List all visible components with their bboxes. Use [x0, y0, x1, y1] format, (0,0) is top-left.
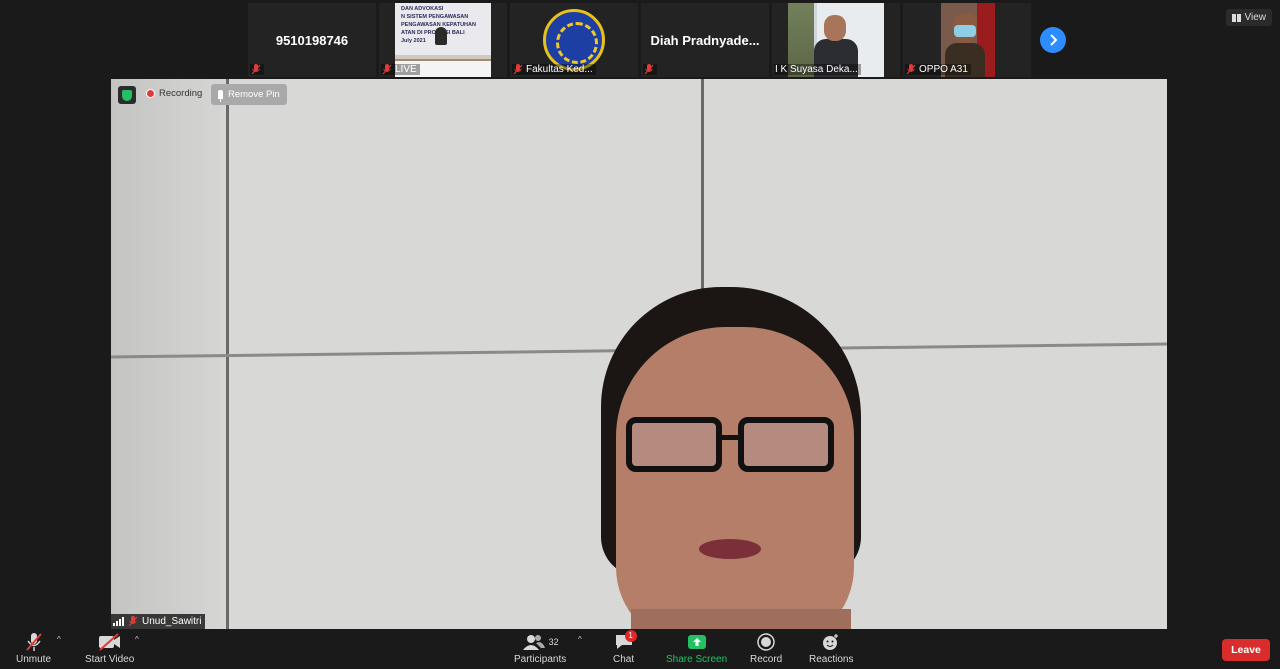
- participant-tile[interactable]: 9510198746: [248, 3, 376, 77]
- mic-muted-icon: [382, 64, 392, 75]
- participant-tile[interactable]: Fakultas Ked...: [510, 3, 638, 77]
- participants-count: 32: [548, 637, 559, 647]
- active-speaker-video: [111, 79, 1167, 629]
- view-label: View: [1244, 12, 1267, 23]
- recording-label: Recording: [159, 88, 203, 99]
- signal-bars-icon: [113, 617, 124, 626]
- participant-label: [643, 64, 657, 75]
- start-video-button[interactable]: Start Video: [85, 632, 134, 665]
- unmute-button[interactable]: Unmute: [16, 632, 51, 665]
- remove-pin-label: Remove Pin: [228, 89, 280, 100]
- audio-options-caret[interactable]: ^: [57, 635, 61, 644]
- chevron-right-icon: [1050, 34, 1058, 46]
- view-button[interactable]: View: [1225, 9, 1272, 26]
- video-off-icon: [98, 633, 120, 651]
- chat-unread-badge: 1: [624, 630, 637, 642]
- speaker-name: Unud_Sawitri: [142, 616, 202, 627]
- record-icon: [757, 633, 775, 651]
- participant-label: Fakultas Ked...: [512, 64, 596, 75]
- start-video-label: Start Video: [85, 654, 135, 665]
- smiley-icon: [823, 634, 839, 650]
- participants-options-caret[interactable]: ^: [578, 635, 582, 644]
- record-button[interactable]: Record: [750, 632, 782, 665]
- recording-indicator: Recording: [146, 88, 202, 99]
- participant-tile[interactable]: DAN ADVOKASI N SISTEM PENGAWASAN PENGAWA…: [379, 3, 507, 77]
- remove-pin-button[interactable]: Remove Pin: [211, 84, 287, 105]
- reactions-label: Reactions: [809, 654, 854, 665]
- participants-icon: [522, 635, 545, 650]
- share-screen-icon: [687, 635, 706, 649]
- leave-button[interactable]: Leave: [1222, 639, 1270, 661]
- participant-tile[interactable]: Diah Pradnyade...: [641, 3, 769, 77]
- mic-muted-icon: [906, 64, 916, 75]
- mic-muted-icon: [513, 64, 523, 75]
- chat-button[interactable]: 1 Chat: [613, 630, 637, 665]
- pin-icon: [218, 90, 223, 102]
- participant-name: LIVE: [395, 64, 417, 75]
- share-screen-button[interactable]: Share Screen: [666, 632, 727, 665]
- mic-muted-icon: [128, 616, 138, 627]
- record-label: Record: [750, 654, 783, 665]
- participant-name: Diah Pradnyade...: [650, 32, 760, 48]
- participant-label: [250, 64, 264, 75]
- unmute-label: Unmute: [16, 654, 52, 665]
- participant-tile[interactable]: OPPO A31: [903, 3, 1031, 77]
- next-page-button[interactable]: [1040, 27, 1066, 53]
- chat-label: Chat: [613, 654, 635, 665]
- glasses: [626, 417, 834, 475]
- participant-name: OPPO A31: [919, 64, 968, 75]
- university-logo: [543, 9, 605, 71]
- security-shield-icon[interactable]: [118, 86, 136, 104]
- speaker-name-label: Unud_Sawitri: [111, 614, 206, 629]
- grid-icon: [1231, 13, 1241, 22]
- participants-button[interactable]: 32 Participants: [514, 632, 566, 665]
- share-screen-label: Share Screen: [666, 654, 728, 665]
- participant-name: 9510198746: [275, 32, 349, 48]
- participants-label: Participants: [514, 654, 567, 665]
- participant-name: Fakultas Ked...: [526, 64, 593, 75]
- mic-muted-icon: [251, 64, 261, 75]
- meeting-toolbar: Unmute ^ Start Video ^ 32 Participants ^…: [0, 629, 1280, 669]
- participant-label: OPPO A31: [905, 64, 971, 75]
- participant-name: I K Suyasa Deka...: [775, 64, 858, 75]
- mic-muted-icon: [644, 64, 654, 75]
- participant-label: I K Suyasa Deka...: [774, 64, 861, 75]
- participant-label: LIVE: [381, 64, 420, 75]
- mic-muted-icon: [25, 633, 42, 651]
- video-options-caret[interactable]: ^: [135, 635, 139, 644]
- record-dot-icon: [146, 89, 155, 98]
- participant-filmstrip: 9510198746 DAN ADVOKASI N SISTEM PENGAWA…: [248, 3, 1034, 77]
- reactions-button[interactable]: Reactions: [809, 632, 853, 665]
- participant-tile[interactable]: I K Suyasa Deka...: [772, 3, 900, 77]
